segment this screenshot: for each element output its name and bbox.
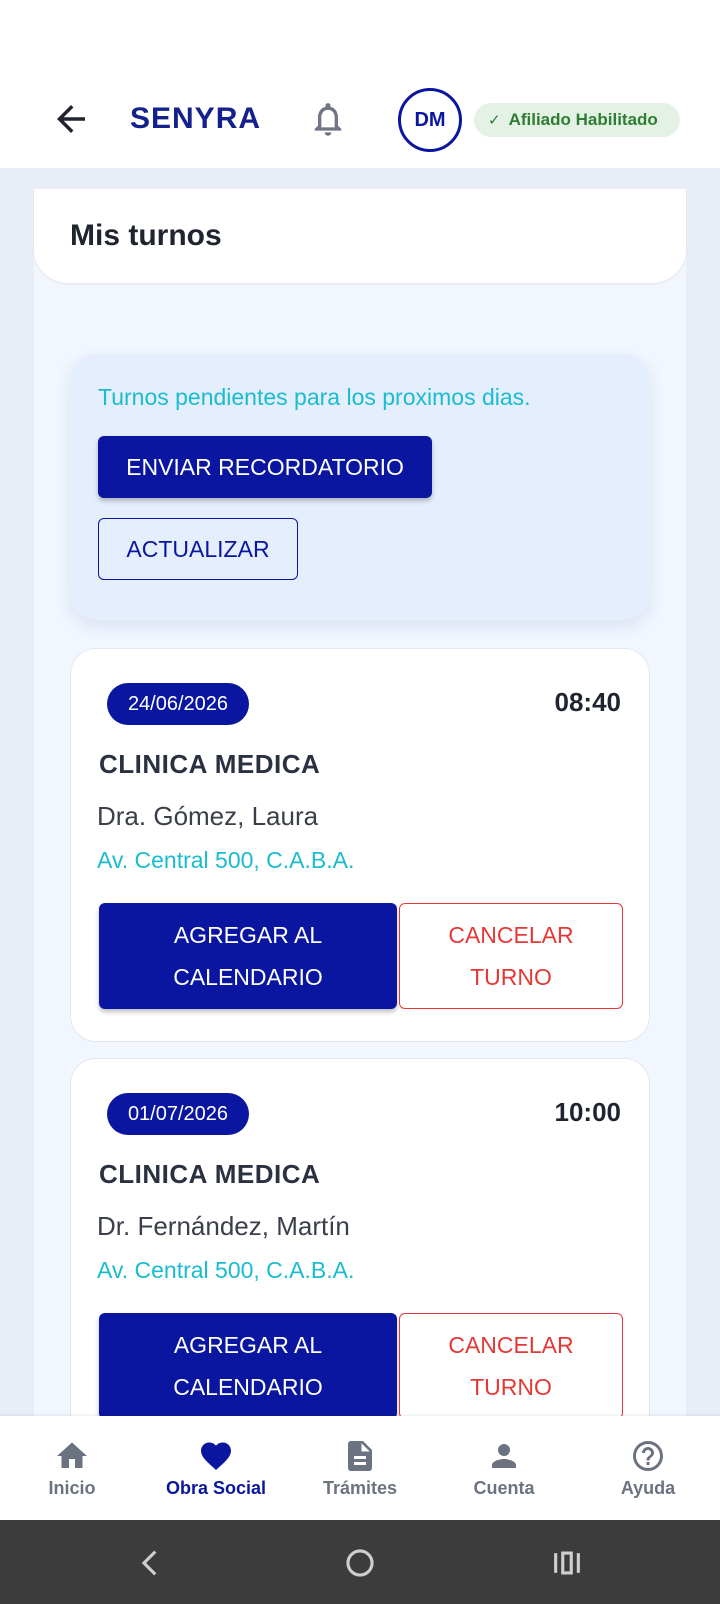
nav-item-obra-social[interactable]: Obra Social [144,1416,288,1520]
appointment-time: 08:40 [554,687,622,717]
cancel-appointment-button[interactable]: CANCELAR TURNO [399,1313,623,1419]
help-icon [633,1441,663,1471]
nav-item-label: Inicio [48,1478,96,1498]
document-icon [348,1441,372,1471]
system-navigation-bar [0,1520,720,1604]
page-title-card: Mis turnos [34,189,686,283]
nav-item-ayuda[interactable]: Ayuda [576,1416,720,1520]
send-reminder-button[interactable]: ENVIAR RECORDATORIO [98,436,432,498]
add-to-calendar-button[interactable]: AGREGAR AL CALENDARIO [99,903,397,1009]
brand-title: SENYRA [130,102,262,135]
person-icon [492,1444,516,1468]
bottom-navigation: Inicio Obra Social Trámites Cuenta Ayuda [0,1416,720,1520]
nav-item-inicio[interactable]: Inicio [0,1416,144,1520]
nav-item-label: Obra Social [165,1478,267,1498]
appointment-date: 24/06/2026 [107,683,249,725]
appointment-date: 01/07/2026 [107,1093,249,1135]
status-badge-label: Afiliado Habilitado [508,110,658,129]
appointment-doctor: Dr. Fernández, Martín [97,1211,350,1241]
refresh-button[interactable]: ACTUALIZAR [98,518,298,580]
check-icon: ✓ [488,112,501,129]
page-title: Mis turnos [70,219,222,252]
heart-icon [201,1442,231,1471]
bell-icon[interactable] [308,98,348,140]
appointment-address[interactable]: Av. Central 500, C.A.B.A. [97,847,354,874]
nav-item-label: Ayuda [620,1478,676,1498]
avatar[interactable]: DM [398,88,462,152]
cancel-appointment-button[interactable]: CANCELAR TURNO [399,903,623,1009]
nav-item-label: Trámites [322,1478,398,1498]
nav-item-tramites[interactable]: Trámites [288,1416,432,1520]
reminder-info-box: Turnos pendientes para los proximos dias… [70,354,650,620]
pending-appointments-text: Turnos pendientes para los proximos dias… [98,384,531,410]
back-arrow-icon[interactable] [50,98,92,140]
status-bar [0,0,720,76]
nav-item-cuenta[interactable]: Cuenta [432,1416,576,1520]
system-home-icon[interactable] [343,1546,377,1580]
system-back-icon[interactable] [134,1546,168,1580]
nav-item-label: Cuenta [473,1478,535,1498]
add-to-calendar-button[interactable]: AGREGAR AL CALENDARIO [99,1313,397,1419]
appointment-specialty: CLINICA MEDICA [99,749,321,779]
appointment-card: 01/07/2026 10:00 CLINICA MEDICA Dr. Fern… [70,1058,650,1478]
system-recents-icon[interactable] [550,1546,584,1580]
appointment-time: 10:00 [554,1097,622,1127]
appointment-card: 24/06/2026 08:40 CLINICA MEDICA Dra. Góm… [70,648,650,1042]
appointment-specialty: CLINICA MEDICA [99,1159,321,1189]
home-icon [57,1442,87,1468]
appointment-doctor: Dra. Gómez, Laura [97,801,319,831]
appointment-address[interactable]: Av. Central 500, C.A.B.A. [97,1257,354,1284]
status-badge: ✓ Afiliado Habilitado [474,103,680,137]
app-header: SENYRA DM ✓ Afiliado Habilitado [0,76,720,168]
